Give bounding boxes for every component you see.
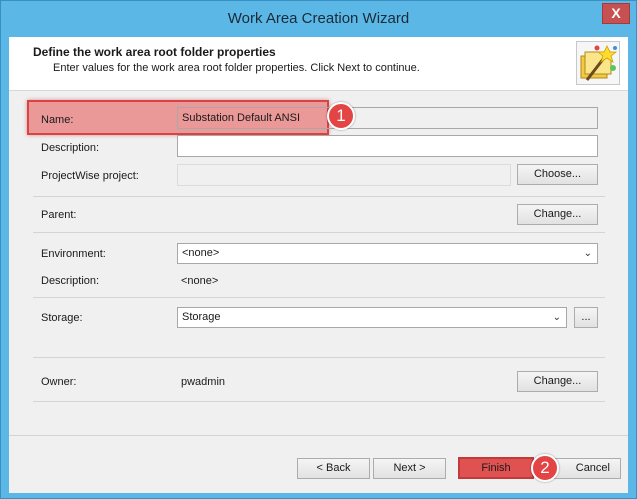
environment-label: Environment: bbox=[41, 248, 106, 260]
owner-label: Owner: bbox=[41, 376, 77, 388]
environment-value: <none> bbox=[182, 247, 220, 259]
wizard-wand-icon bbox=[576, 41, 620, 85]
separator bbox=[33, 297, 605, 298]
separator bbox=[33, 401, 605, 402]
chevron-down-icon: ⌄ bbox=[552, 312, 561, 323]
projectwise-project-label: ProjectWise project: bbox=[41, 170, 139, 182]
footer-separator bbox=[9, 435, 628, 436]
environment-select[interactable]: <none> ⌄ bbox=[177, 243, 598, 264]
storage-value: Storage bbox=[182, 311, 221, 323]
annotation-badge-2: 2 bbox=[531, 454, 559, 482]
change-owner-button[interactable]: Change... bbox=[517, 371, 598, 392]
description-label: Description: bbox=[41, 142, 100, 154]
owner-value: pwadmin bbox=[181, 376, 226, 388]
window-title: Work Area Creation Wizard bbox=[227, 10, 410, 27]
change-parent-button[interactable]: Change... bbox=[517, 204, 598, 225]
separator bbox=[33, 196, 605, 197]
close-button[interactable]: X bbox=[602, 3, 630, 24]
storage-label: Storage: bbox=[41, 312, 83, 324]
choose-project-button[interactable]: Choose... bbox=[517, 164, 598, 185]
back-button[interactable]: < Back bbox=[297, 458, 370, 479]
close-icon: X bbox=[611, 5, 621, 21]
wizard-window: Work Area Creation Wizard X Define the w… bbox=[0, 0, 637, 499]
storage-select[interactable]: Storage ⌄ bbox=[177, 307, 567, 328]
next-button[interactable]: Next > bbox=[373, 458, 446, 479]
storage-browse-button[interactable]: ... bbox=[574, 307, 598, 328]
projectwise-project-input bbox=[177, 164, 511, 186]
header-subtitle: Enter values for the work area root fold… bbox=[53, 62, 420, 74]
header-title: Define the work area root folder propert… bbox=[33, 45, 276, 59]
title-bar: Work Area Creation Wizard X bbox=[1, 1, 636, 37]
name-label: Name: bbox=[41, 114, 74, 126]
environment-description-label: Description: bbox=[41, 275, 100, 287]
separator bbox=[33, 232, 605, 233]
chevron-down-icon: ⌄ bbox=[583, 248, 592, 259]
parent-label: Parent: bbox=[41, 209, 77, 221]
finish-button[interactable]: Finish bbox=[458, 457, 534, 479]
separator bbox=[33, 357, 605, 358]
wizard-client-area: Define the work area root folder propert… bbox=[9, 37, 628, 493]
environment-description-value: <none> bbox=[181, 275, 219, 287]
name-input[interactable]: Substation Default ANSI bbox=[177, 107, 598, 129]
description-input[interactable] bbox=[177, 135, 598, 157]
annotation-badge-1: 1 bbox=[327, 102, 355, 130]
wizard-header: Define the work area root folder propert… bbox=[9, 37, 628, 91]
